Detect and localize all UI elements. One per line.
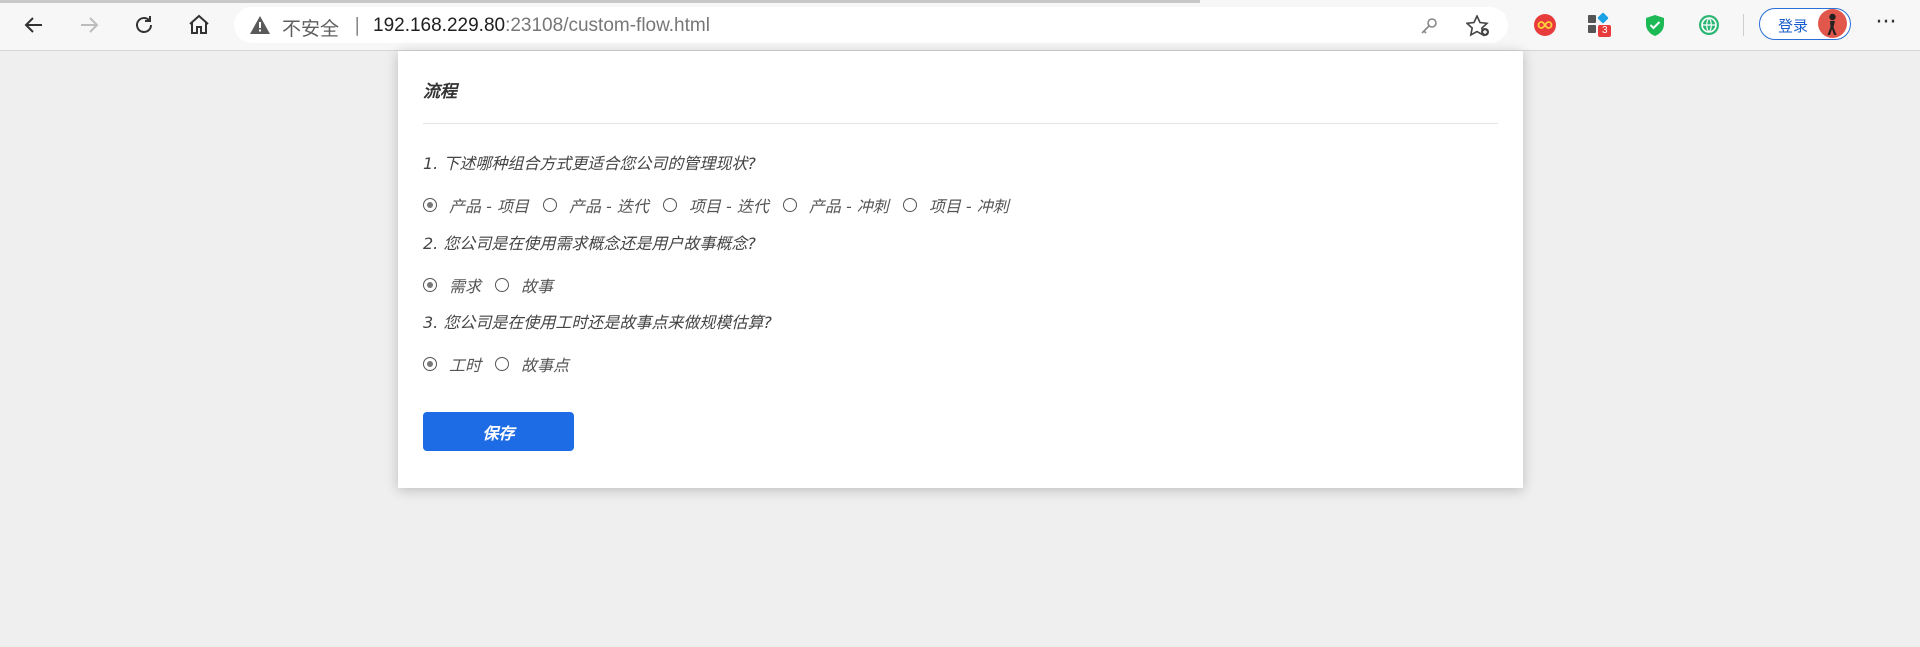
- option-label: 故事: [521, 277, 554, 296]
- extensions-icon: [1588, 12, 1611, 37]
- question-2: 2. 您公司是在使用需求概念还是用户故事概念?: [423, 234, 756, 253]
- url-host: 192.168.229.80: [373, 15, 506, 36]
- radio-option-story[interactable]: 故事: [495, 273, 553, 297]
- question-3-options: 工时 故事点: [423, 352, 583, 376]
- extensions-badge: 3: [1602, 25, 1608, 36]
- forward-button[interactable]: [73, 9, 105, 41]
- save-button[interactable]: 保存: [423, 412, 574, 451]
- radio-option-work-hours[interactable]: 工时: [423, 352, 481, 376]
- question-2-options: 需求 故事: [423, 273, 567, 297]
- radio-option-requirement[interactable]: 需求: [423, 273, 481, 297]
- favorite-star-icon[interactable]: [1466, 15, 1490, 37]
- login-label: 登录: [1778, 17, 1809, 35]
- radio-button[interactable]: [423, 198, 437, 212]
- back-button[interactable]: [18, 9, 50, 41]
- title-divider: [423, 123, 1498, 124]
- option-label: 工时: [449, 356, 482, 375]
- option-label: 产品 - 迭代: [568, 197, 649, 216]
- radio-button[interactable]: [662, 198, 677, 212]
- security-status[interactable]: 不安全: [282, 14, 339, 41]
- person-silhouette-icon: [1827, 13, 1837, 35]
- radio-button[interactable]: [542, 198, 557, 212]
- key-icon[interactable]: [1419, 16, 1439, 36]
- shield-extension-button[interactable]: [1641, 11, 1669, 39]
- vpn-extension-button[interactable]: [1695, 11, 1723, 39]
- radio-option-project-sprint[interactable]: 项目 - 冲刺: [902, 193, 1009, 217]
- back-icon: [24, 17, 42, 33]
- radio-button[interactable]: [423, 357, 437, 371]
- login-button[interactable]: 登录: [1759, 8, 1851, 40]
- option-label: 故事点: [521, 356, 570, 375]
- radio-option-product-iteration[interactable]: 产品 - 迭代: [542, 193, 649, 217]
- extension-infinity-button[interactable]: [1531, 11, 1559, 39]
- radio-button[interactable]: [423, 278, 437, 292]
- question-1: 1. 下述哪种组合方式更适合您公司的管理现状?: [423, 154, 756, 173]
- option-label: 产品 - 项目: [449, 197, 529, 216]
- radio-button[interactable]: [495, 278, 510, 292]
- more-menu-button[interactable]: ···: [1870, 9, 1902, 41]
- address-separator: |: [354, 14, 361, 36]
- address-bar[interactable]: 不安全 | 192.168.229.80:23108/custom-flow.h…: [234, 7, 1508, 43]
- loading-progress-bar: [0, 0, 1200, 3]
- option-label: 需求: [449, 277, 482, 296]
- url-text[interactable]: 192.168.229.80:23108/custom-flow.html: [373, 15, 710, 37]
- home-icon: [189, 14, 209, 34]
- radio-option-story-points[interactable]: 故事点: [495, 352, 569, 376]
- avatar: [1818, 9, 1847, 38]
- question-3: 3. 您公司是在使用工时还是故事点来做规模估算?: [423, 313, 772, 332]
- option-label: 项目 - 迭代: [688, 197, 769, 216]
- toolbar-divider: [1743, 14, 1744, 36]
- forward-icon: [81, 17, 99, 33]
- radio-option-project-iteration[interactable]: 项目 - 迭代: [662, 193, 769, 217]
- reload-icon: [136, 16, 152, 33]
- option-label: 产品 - 冲刺: [808, 197, 889, 216]
- reload-button[interactable]: [128, 9, 160, 41]
- radio-button[interactable]: [782, 198, 797, 212]
- option-label: 项目 - 冲刺: [928, 197, 1009, 216]
- shield-check-icon: [1646, 15, 1664, 36]
- url-path: :23108/custom-flow.html: [505, 15, 710, 36]
- flow-settings-card: 流程 1. 下述哪种组合方式更适合您公司的管理现状? 产品 - 项目 产品 - …: [398, 51, 1523, 488]
- extensions-button[interactable]: 3: [1585, 11, 1613, 39]
- browser-toolbar: 不安全 | 192.168.229.80:23108/custom-flow.h…: [0, 0, 1920, 51]
- radio-option-product-project[interactable]: 产品 - 项目: [423, 193, 529, 217]
- question-1-options: 产品 - 项目 产品 - 迭代 项目 - 迭代 产品 - 冲刺 项目 - 冲刺: [423, 193, 1023, 217]
- page-title: 流程: [423, 82, 457, 102]
- radio-button[interactable]: [902, 198, 917, 212]
- radio-button[interactable]: [495, 357, 510, 371]
- warning-icon: [250, 16, 270, 34]
- home-button[interactable]: [183, 9, 215, 41]
- extension-infinity-icon: [1534, 14, 1556, 36]
- radio-option-product-sprint[interactable]: 产品 - 冲刺: [782, 193, 889, 217]
- vpn-globe-icon: [1699, 15, 1719, 35]
